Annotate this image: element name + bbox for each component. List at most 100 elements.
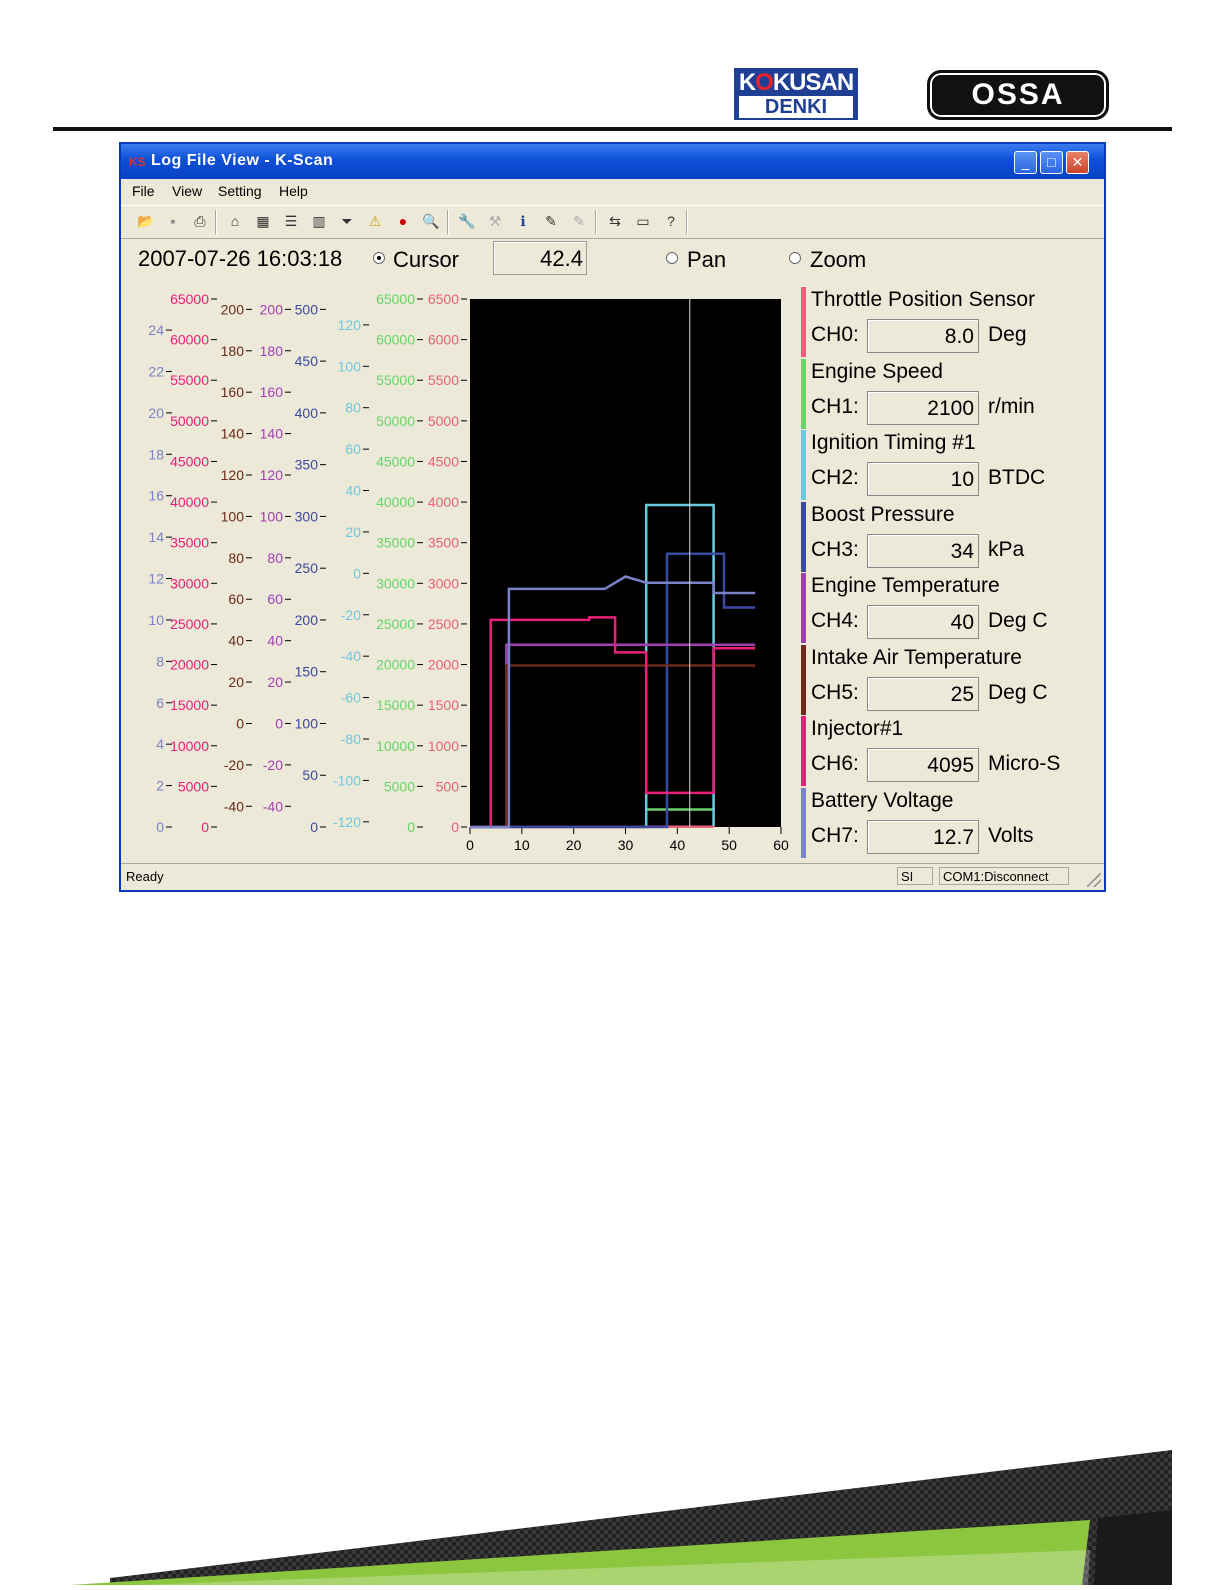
axis-tick-label: 0 [407,819,415,835]
channel-item: Intake Air TemperatureCH5:25Deg C [801,645,1101,716]
axis-tick-label: 20 [345,524,361,540]
channel-label: CH4: [811,609,859,633]
axis-tick-label: 40 [267,633,283,649]
axis-tick-label: 4 [156,736,164,752]
window-icon[interactable]: ▭ [634,212,652,230]
help-icon[interactable]: ? [662,212,680,230]
axis-tick-label: 450 [295,353,319,369]
maximize-button[interactable]: □ [1040,151,1063,174]
menu-file[interactable]: File [132,183,155,199]
axis-tick-label: 100 [295,715,319,731]
title-bar[interactable]: KS Log File View - K-Scan _ □ ✕ [121,144,1104,179]
footer-banner [0,1450,1225,1585]
toolbar-separator [686,210,688,234]
axis-tick-label: 140 [221,426,245,442]
status-port: COM1:Disconnect [939,867,1069,885]
zoom-radio[interactable] [789,252,801,264]
channel-name: Intake Air Temperature [811,646,1022,670]
channel-name: Battery Voltage [811,789,953,813]
axis-tick-label: 200 [221,301,245,317]
axis-tick-label: 14 [148,529,164,545]
resize-grip[interactable] [1087,873,1101,887]
channel-value: 8.0 [867,319,979,353]
channel-name: Engine Temperature [811,574,1000,598]
axis-tick-label: 60000 [376,332,415,348]
warning-icon[interactable]: ⚠ [366,212,384,230]
channel-color-bar [801,788,806,858]
list-icon[interactable]: ☰ [282,212,300,230]
log-chart-svg[interactable]: 0246810121416182022240500010000150002000… [136,289,803,852]
log-chart[interactable]: 0246810121416182022240500010000150002000… [136,289,803,852]
print-icon[interactable]: ⎙ [191,212,209,230]
axis-tick-label: 10 [148,612,164,628]
x-axis-tick-label: 30 [618,837,634,852]
connect-icon[interactable]: ⇆ [606,212,624,230]
header-rule [53,127,1172,131]
pan-radio[interactable] [666,252,678,264]
axis-tick-label: -120 [333,814,361,830]
axis-tick-label: 0 [201,819,209,835]
channel-unit: Volts [988,824,1034,848]
axis-tick-label: 18 [148,446,164,462]
axis-tick-label: 4000 [428,494,459,510]
preview-icon[interactable]: 🔍 [422,212,440,230]
menu-view[interactable]: View [172,183,202,199]
axis-tick-label: 80 [345,400,361,416]
channel-name: Boost Pressure [811,503,955,527]
filter-icon[interactable]: ⏷ [338,212,356,230]
menu-bar: File View Setting Help [121,179,1104,205]
axis-tick-label: -100 [333,772,361,788]
record-icon[interactable]: ● [394,212,412,230]
close-button[interactable]: ✕ [1066,151,1089,174]
log-datetime: 2007-07-26 16:03:18 [138,246,342,272]
axis-tick-label: 0 [236,715,244,731]
axis-tick-label: 0 [451,819,459,835]
axis-tick-label: 25000 [170,616,209,632]
cursor-radio[interactable] [373,252,385,264]
channel-value: 4095 [867,748,979,782]
wrench-icon[interactable]: 🔧 [458,212,476,230]
open-folder-icon[interactable]: 📂 [137,212,155,230]
x-axis-tick-label: 60 [773,837,789,852]
version-disabled-icon[interactable]: ✎ [570,212,588,230]
axis-tick-label: 180 [221,343,245,359]
tool-disabled-icon[interactable]: ⚒ [486,212,504,230]
axis-tick-label: 100 [260,508,284,524]
channel-unit: Deg C [988,609,1048,633]
bar-chart-icon[interactable]: ▥ [310,212,328,230]
grid-icon[interactable]: ▦ [254,212,272,230]
axis-tick-label: 180 [260,343,284,359]
channel-label: CH1: [811,395,859,419]
axis-tick-label: 6000 [428,332,459,348]
cursor-label: Cursor [393,247,459,273]
axis-tick-label: -40 [341,648,361,664]
channel-name: Ignition Timing #1 [811,431,976,455]
axis-tick-label: 35000 [376,535,415,551]
menu-setting[interactable]: Setting [218,183,262,199]
channel-item: Throttle Position SensorCH0:8.0Deg [801,287,1101,358]
axis-tick-label: 0 [310,819,318,835]
version-icon[interactable]: ✎ [542,212,560,230]
channel-unit: kPa [988,538,1024,562]
axis-tick-label: -20 [224,757,244,773]
channel-color-bar [801,573,806,643]
x-axis-tick-label: 50 [721,837,737,852]
cursor-value-field[interactable]: 42.4 [493,241,587,275]
status-units: SI [897,867,933,885]
axis-tick-label: 150 [295,664,319,680]
axis-tick-label: 24 [148,322,164,338]
toolbar-separator [447,210,449,234]
channel-item: Injector#1CH6:4095Micro-S [801,716,1101,787]
channel-item: Battery VoltageCH7:12.7Volts [801,788,1101,859]
axis-tick-label: 100 [221,508,245,524]
axis-tick-label: 20 [228,674,244,690]
channel-value: 40 [867,605,979,639]
channel-name: Engine Speed [811,360,943,384]
menu-help[interactable]: Help [279,183,308,199]
minimize-button[interactable]: _ [1014,151,1037,174]
home-icon[interactable]: ⌂ [226,212,244,230]
axis-tick-label: 160 [221,384,245,400]
axis-tick-label: 20 [148,405,164,421]
save-icon[interactable]: ▪ [164,212,182,230]
info-icon[interactable]: ℹ [514,212,532,230]
